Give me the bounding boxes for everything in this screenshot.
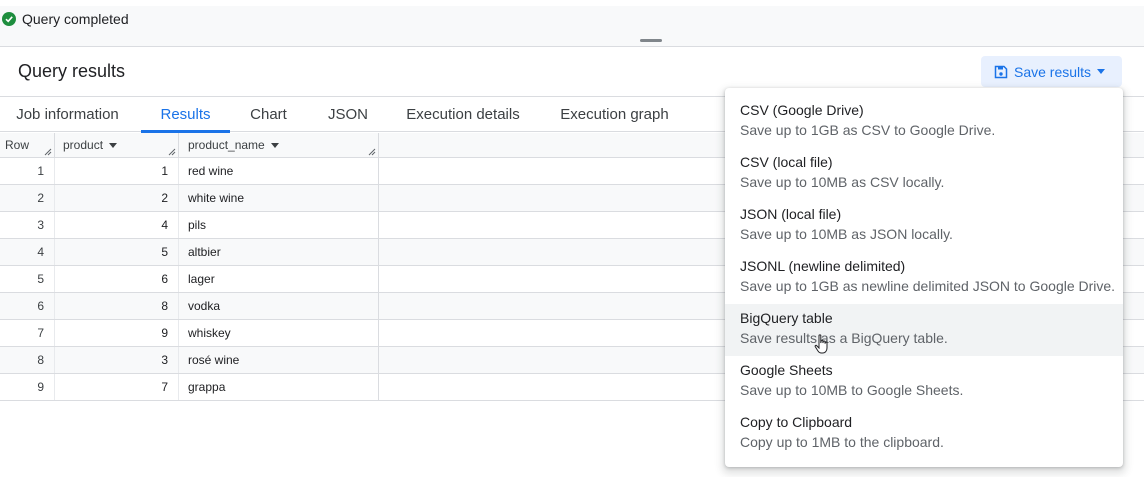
check-circle-icon	[2, 12, 16, 26]
row-number: 1	[0, 158, 55, 184]
cell-product: 6	[55, 266, 179, 292]
cell-product-name: whiskey	[179, 320, 379, 346]
cell-product-name: lager	[179, 266, 379, 292]
row-number: 2	[0, 185, 55, 211]
cell-product-name: grappa	[179, 374, 379, 400]
cell-product: 2	[55, 185, 179, 211]
cell-product: 3	[55, 347, 179, 373]
cell-product: 1	[55, 158, 179, 184]
tab-job-information[interactable]: Job information	[14, 97, 121, 132]
cell-product: 7	[55, 374, 179, 400]
menu-item-csv-local-file[interactable]: CSV (local file) Save up to 10MB as CSV …	[725, 148, 1123, 200]
page-title: Query results	[18, 61, 126, 81]
hand-pointer-icon	[814, 334, 828, 354]
resize-grip-icon[interactable]	[44, 148, 52, 156]
column-header-product-name[interactable]: product_name	[179, 133, 379, 158]
row-number: 5	[0, 266, 55, 292]
sort-caret-icon[interactable]	[270, 143, 279, 149]
caret-down-icon	[1097, 69, 1106, 74]
column-header-product[interactable]: product	[55, 133, 179, 158]
tab-chart[interactable]: Chart	[248, 97, 289, 132]
row-number: 6	[0, 293, 55, 319]
cell-product-name: pils	[179, 212, 379, 238]
resize-grip-icon[interactable]	[168, 148, 176, 156]
cell-product: 8	[55, 293, 179, 319]
row-number: 7	[0, 320, 55, 346]
save-results-button[interactable]: Save results	[981, 56, 1122, 87]
panel-resize-handle[interactable]	[640, 39, 662, 42]
cell-product: 5	[55, 239, 179, 265]
resize-grip-icon[interactable]	[368, 148, 376, 156]
menu-item-bigquery-table[interactable]: BigQuery table Save results as a BigQuer…	[725, 304, 1123, 356]
status-text: Query completed	[22, 11, 129, 27]
cell-product-name: red wine	[179, 158, 379, 184]
cell-product-name: rosé wine	[179, 347, 379, 373]
cell-product: 9	[55, 320, 179, 346]
row-number: 8	[0, 347, 55, 373]
sort-caret-icon[interactable]	[109, 143, 118, 149]
menu-item-copy-to-clipboard[interactable]: Copy to Clipboard Copy up to 1MB to the …	[725, 408, 1123, 460]
row-number: 4	[0, 239, 55, 265]
save-icon	[994, 65, 1008, 78]
query-status-bar: Query completed	[0, 6, 1144, 47]
tab-execution-details[interactable]: Execution details	[406, 97, 520, 132]
tab-results[interactable]: Results	[141, 97, 230, 133]
tab-json[interactable]: JSON	[328, 97, 368, 132]
cell-product: 4	[55, 212, 179, 238]
menu-item-json-local-file[interactable]: JSON (local file) Save up to 10MB as JSO…	[725, 200, 1123, 252]
cell-product-name: white wine	[179, 185, 379, 211]
column-header-row[interactable]: Row	[0, 133, 55, 158]
save-results-menu: CSV (Google Drive) Save up to 1GB as CSV…	[725, 88, 1123, 467]
tab-execution-graph[interactable]: Execution graph	[560, 97, 669, 132]
cell-product-name: altbier	[179, 239, 379, 265]
row-number: 9	[0, 374, 55, 400]
menu-item-jsonl[interactable]: JSONL (newline delimited) Save up to 1GB…	[725, 252, 1123, 304]
row-number: 3	[0, 212, 55, 238]
save-results-label: Save results	[1014, 63, 1092, 80]
menu-item-google-sheets[interactable]: Google Sheets Save up to 10MB to Google …	[725, 356, 1123, 408]
cell-product-name: vodka	[179, 293, 379, 319]
menu-item-csv-google-drive[interactable]: CSV (Google Drive) Save up to 1GB as CSV…	[725, 96, 1123, 148]
